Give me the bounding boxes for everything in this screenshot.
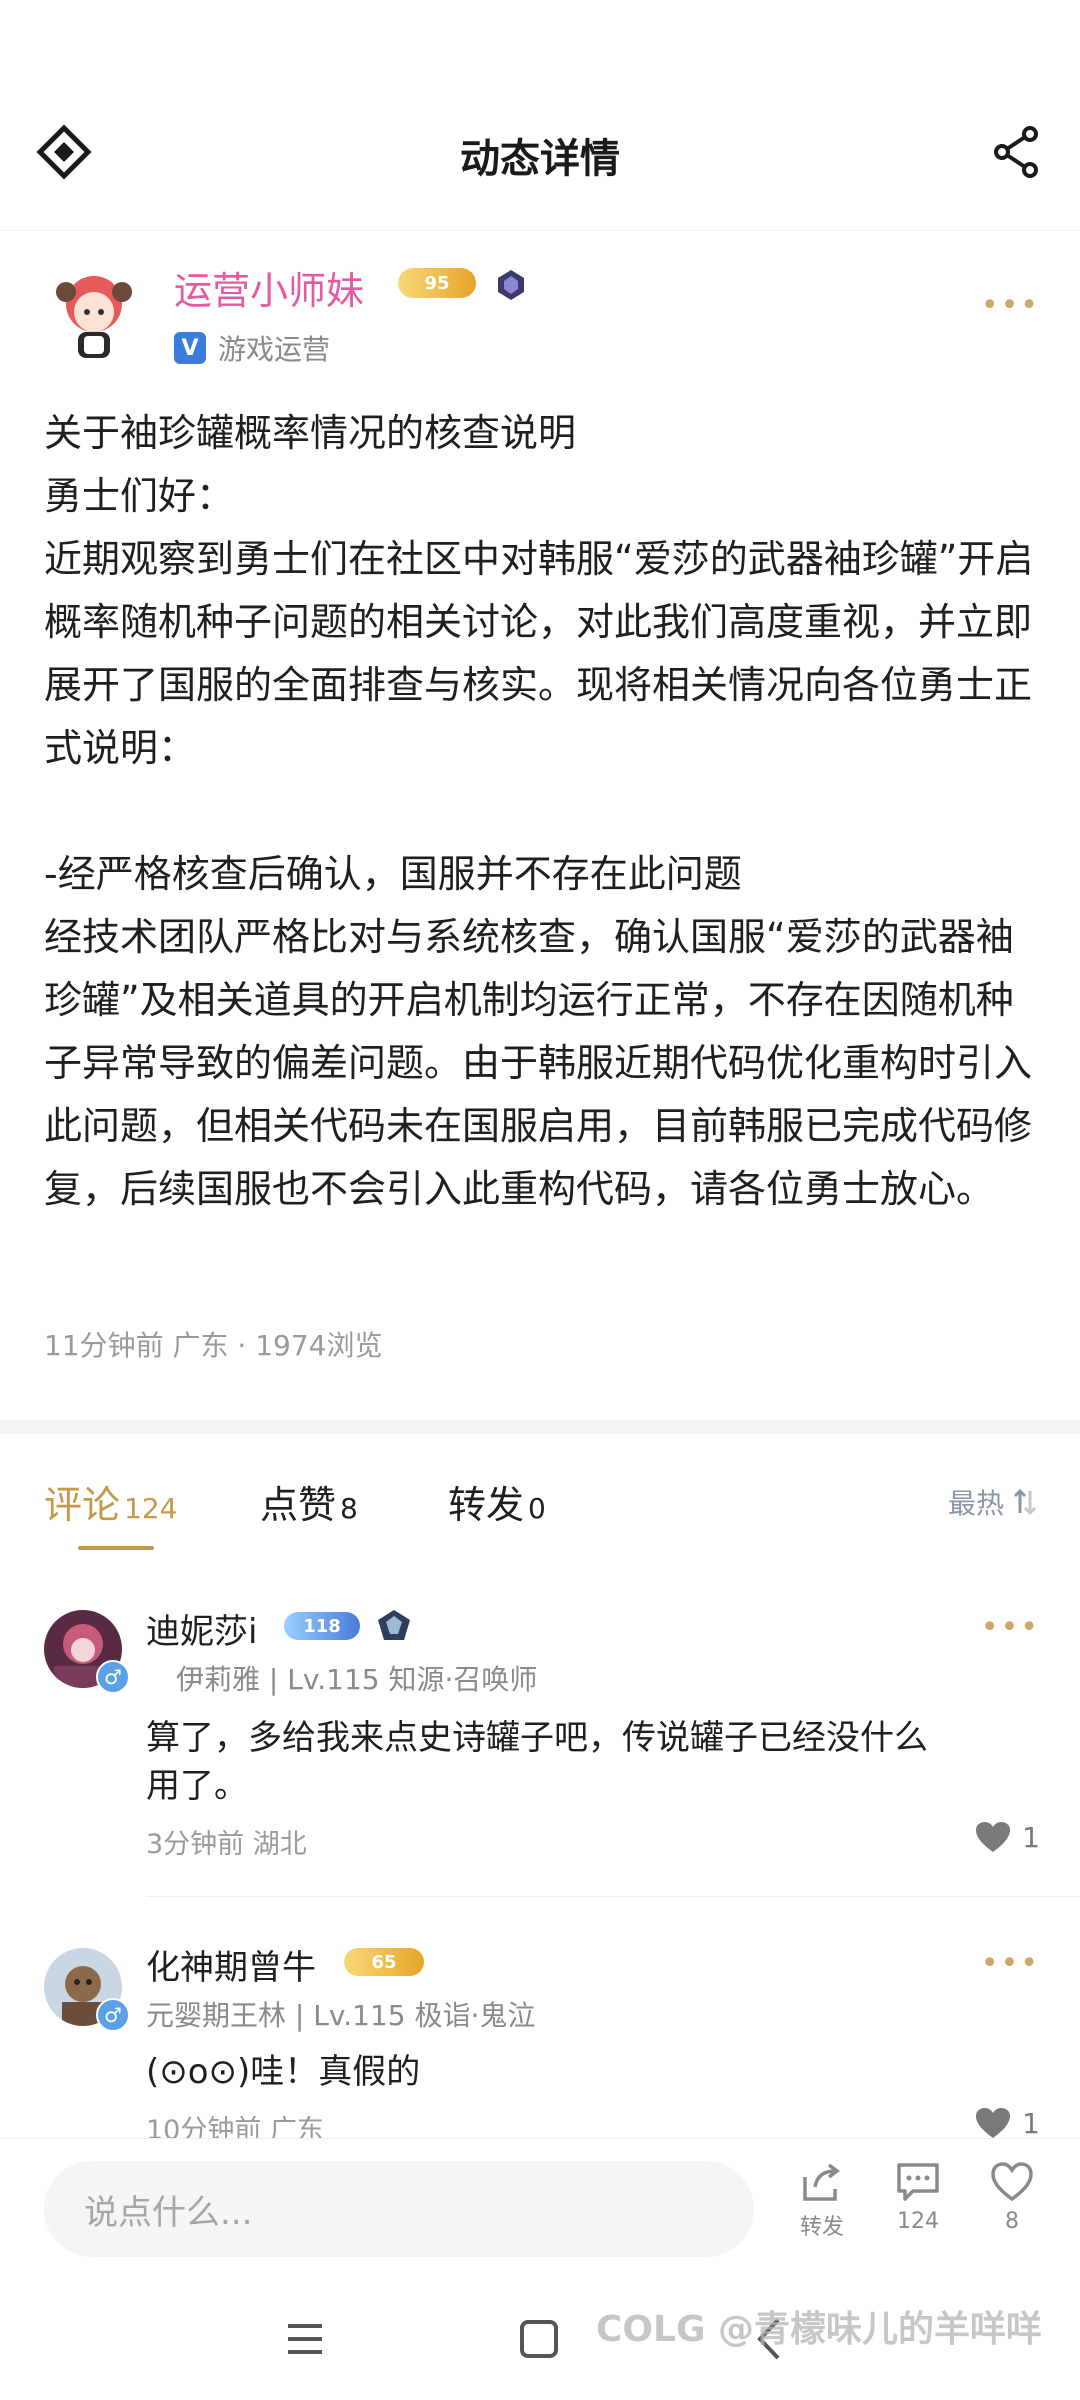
author-name[interactable]: 运营小师妹 (174, 260, 364, 315)
like-count: 1 (1022, 1820, 1040, 1854)
level-badge-value: 118 (303, 1615, 341, 1637)
author-role: V 游戏运营 (174, 328, 330, 368)
comment-divider (146, 1896, 1080, 1897)
post-meta: 11分钟前 广东 · 1974浏览 (44, 1329, 383, 1362)
commenter-name[interactable]: 迪妮莎i (146, 1604, 257, 1653)
level-badge: 65 (344, 1948, 424, 1976)
like-count: 8 (1005, 2209, 1019, 2234)
post-body: 关于袖珍罐概率情况的核查说明 勇士们好： 近期观察到勇士们在社区中对韩服“爱莎的… (44, 402, 1034, 1221)
more-options-icon[interactable]: ••• (981, 288, 1040, 323)
author-role-label: 游戏运营 (218, 333, 331, 366)
tab-label: 评论 (44, 1483, 121, 1527)
comment-more-icon[interactable]: ••• (981, 1946, 1040, 1981)
comment-text: (⊙o⊙)哇！真假的 (146, 2052, 421, 2092)
comment-icon (897, 2163, 939, 2201)
post-paragraph: -经严格核查后确认，国服并不存在此问题 (44, 852, 742, 896)
comment-meta: 3分钟前 湖北 (146, 1829, 307, 1860)
male-icon: ♂ (96, 1660, 130, 1694)
tab-comments[interactable]: 评论 124 (44, 1474, 177, 1529)
level-badge: 118 (284, 1612, 360, 1640)
menu-icon[interactable] (280, 2314, 330, 2364)
commenter-name[interactable]: 化神期曾牛 (146, 1940, 316, 1989)
share-icon[interactable] (988, 124, 1044, 180)
comment-like-button[interactable]: 1 (974, 2106, 1040, 2140)
watermark: COLG @青檬味儿的羊咩咩 (596, 2309, 1043, 2350)
comment-like-button[interactable]: 1 (974, 1820, 1040, 1854)
repost-icon (803, 2163, 840, 2201)
heart-icon (976, 1822, 1011, 1852)
tab-count: 8 (340, 1492, 358, 1525)
top-bar: 动态详情 (0, 80, 1080, 231)
tab-label: 转发 (448, 1483, 525, 1527)
heart-icon (976, 2108, 1011, 2138)
bottom-action-bar: 说点什么... 转发 124 8 (0, 2138, 1080, 2279)
section-divider (0, 1420, 1080, 1434)
comment-button[interactable]: 124 (878, 2161, 958, 2234)
tab-reposts[interactable]: 转发 0 (448, 1474, 546, 1529)
system-nav-bar: COLG @青檬味儿的羊咩咩 (0, 2280, 1080, 2400)
level-badge: 95 (398, 268, 476, 298)
active-tab-indicator (78, 1546, 154, 1550)
verified-icon: V (174, 332, 206, 364)
commenter-role: 元婴期王林 | Lv.115 极诣·鬼泣 (146, 1999, 536, 2032)
like-button[interactable]: 8 (972, 2161, 1052, 2234)
interaction-tabs: 评论 124 点赞 8 转发 0 最热 (0, 1434, 1080, 1564)
sort-icon (1013, 1488, 1037, 1516)
post-paragraph: 近期观察到勇士们在社区中对韩服“爱莎的武器袖珍罐”开启概率随机种子问题的相关讨论… (44, 537, 1034, 770)
sort-label: 最热 (947, 1487, 1004, 1520)
repost-button[interactable]: 转发 (782, 2161, 862, 2241)
comment-input[interactable]: 说点什么... (44, 2161, 754, 2257)
page-title: 动态详情 (460, 136, 620, 182)
rank-icon (494, 268, 528, 302)
comment-more-icon[interactable]: ••• (981, 1610, 1040, 1645)
tab-count: 124 (124, 1492, 178, 1525)
post-paragraph: 勇士们好： (44, 474, 235, 518)
commenter-role: 伊莉雅 | Lv.115 知源·召唤师 (176, 1663, 538, 1696)
sort-button[interactable]: 最热 (948, 1482, 1040, 1522)
tab-count: 0 (528, 1492, 546, 1525)
tab-label: 点赞 (260, 1483, 337, 1527)
tab-likes[interactable]: 点赞 8 (260, 1474, 358, 1529)
male-icon: ♂ (96, 1998, 130, 2032)
like-count: 1 (1022, 2106, 1040, 2140)
comment-count: 124 (897, 2209, 939, 2234)
post-paragraph: 经技术团队严格比对与系统核查，确认国服“爱莎的武器袖珍罐”及相关道具的开启机制均… (44, 915, 1033, 1211)
post-title: 关于袖珍罐概率情况的核查说明 (44, 411, 577, 455)
comment-input-placeholder: 说点什么... (84, 2192, 253, 2233)
post-blank-line (44, 780, 1034, 843)
repost-label: 转发 (799, 2215, 844, 2240)
heart-outline-icon (991, 2162, 1033, 2202)
level-badge-value: 65 (371, 1951, 397, 1973)
level-badge-value: 95 (424, 272, 450, 294)
author-avatar[interactable] (44, 262, 144, 362)
home-icon[interactable] (514, 2314, 564, 2364)
comment-text: 算了，多给我来点史诗罐子吧，传说罐子已经没什么用了。 (146, 1718, 928, 1806)
rank-icon (374, 1608, 414, 1648)
